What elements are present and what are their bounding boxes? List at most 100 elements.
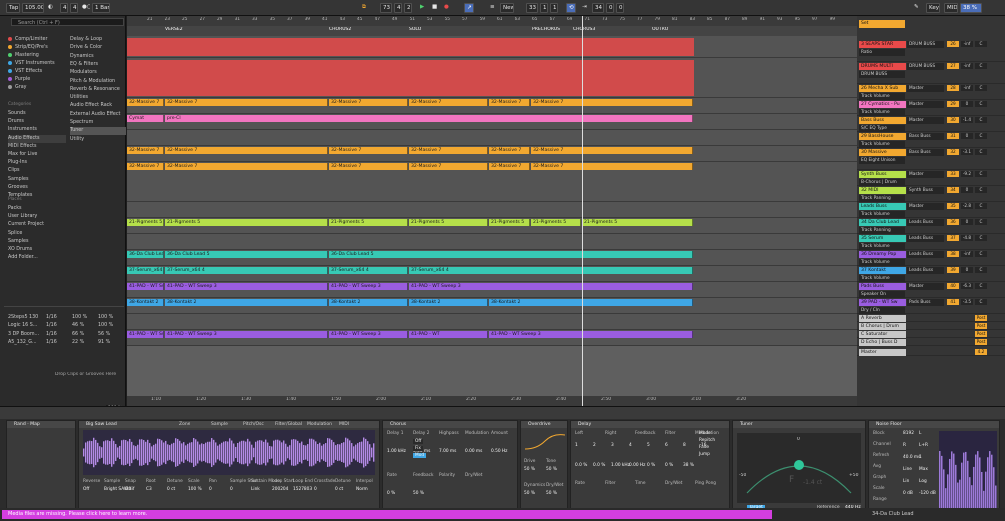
groove-quantize[interactable]: 1/16 [46,314,66,322]
sampler-param-value[interactable]: 200204 [272,487,288,492]
delay-param-value[interactable]: 6 [665,443,668,448]
browser-category-item[interactable]: Plug-Ins [8,159,66,167]
clip[interactable]: 32-Massive 7 [165,99,328,106]
browser-category-item[interactable]: Grooves [8,184,66,192]
chorus-param-value[interactable]: 7.00 ms [439,449,456,454]
spectrum-device[interactable]: Noise Floor Block Channel Refresh Avg Graph S… [868,420,1000,515]
browser-category-item[interactable]: MIDI Effects [8,143,66,151]
time-ruler[interactable]: 1:10 1:20 1:30 1:40 1:50 2:00 2:10 2:20 2:30 2:40… [127,396,857,406]
loop-switch-icon[interactable]: ⟲ [566,3,576,13]
spectrum-param-value[interactable]: Line [903,467,912,472]
track-volume[interactable]: -2.8 [961,203,973,209]
delay-param-value[interactable]: 0 % [665,463,673,468]
track-output[interactable]: Master [907,101,944,108]
spectrum-param-value[interactable]: Lin [903,479,909,484]
clip[interactable]: 32-Massive 7 [489,147,530,154]
track-output[interactable]: DRUM BUSS [907,63,944,70]
track-pan[interactable]: C [975,203,987,209]
clip[interactable]: 21-Pigments 5 [409,219,488,226]
delay-param-value[interactable]: 5 [647,443,650,448]
tempo-field[interactable]: 105.00 [22,3,44,13]
track-activator[interactable]: 39 [947,267,959,273]
clip[interactable]: 32-Massive 7 [409,163,488,170]
arrangement-track[interactable] [127,202,857,218]
clip[interactable]: 37-Serum_x64 4 [165,267,328,274]
mixer-track-row[interactable]: DRUMS MULTI DRUM BUSS DRUM BUSS 27 -inf C [857,62,1005,84]
track-activator[interactable]: 28 [947,85,959,91]
sig-denominator[interactable]: 4 [70,3,78,13]
post-toggle[interactable]: Post [975,331,987,337]
post-toggle[interactable]: Post [975,323,987,329]
track-activator[interactable]: 33 [947,171,959,177]
arrangement-track[interactable]: 32-Massive 7 32-Massive 7 32-Massive 7 32-M… [127,98,857,114]
track-parameter-chooser[interactable]: Speaker On [859,291,905,298]
sampler-param-value[interactable]: Norm [356,487,368,492]
overdrive-param-value[interactable]: 50 % [546,491,557,496]
loop-length-bar[interactable]: 34 [592,3,604,13]
track-pan[interactable]: C [975,299,987,305]
delay-mode-button[interactable]: Repitch [699,438,715,443]
groove-random[interactable]: 100 % [98,314,122,322]
browser-color-label[interactable]: Purple [8,76,68,84]
track-title[interactable]: Leads Buss [859,203,906,210]
key-map-button[interactable]: Key [926,3,940,13]
spectrum-param-value[interactable]: Max [919,467,928,472]
new-button[interactable]: New [500,3,514,13]
record-icon[interactable]: ● [442,3,452,13]
track-title[interactable]: 26 Mecha X Sub [859,85,906,92]
delay-param-value[interactable]: 0 % [647,463,655,468]
browser-place-item[interactable]: User Library [8,213,66,221]
track-activator[interactable]: 41 [947,299,959,305]
browser-color-label[interactable]: Gray [8,84,68,92]
post-toggle[interactable]: Post [975,315,987,321]
track-output[interactable]: DRUM BUSS [907,41,944,48]
track-pan[interactable]: C [975,219,987,225]
browser-place-item[interactable]: Splice [8,230,66,238]
sampler-tab[interactable]: Pitch/Osc [243,421,264,428]
clip[interactable]: 32-Massive 7 [489,163,530,170]
return-title[interactable]: C Saturator [859,331,906,338]
groove-random[interactable]: 91 % [98,339,122,347]
clip[interactable]: 36-Da Club Lead 5 [165,251,328,258]
locator-marker[interactable]: CHORUS2 [329,27,351,32]
track-title[interactable]: 32 MIDI [859,187,906,194]
groove-name[interactable]: Logic 16 S... [8,322,42,330]
delay-mode-button[interactable]: Fade [699,445,709,450]
clip[interactable]: 21-Pigments 5 [531,219,581,226]
chorus-param-value[interactable]: 0.00 ms [465,449,482,454]
chorus-mode-button[interactable]: Off [413,439,424,444]
clip[interactable]: 32-Massive 7 [531,163,693,170]
browser-folder-item[interactable]: EQ & Filters [70,61,126,69]
spectrum-param-value[interactable]: 40.0 ms [903,455,920,460]
browser-color-label[interactable]: Mastering [8,52,68,60]
sampler-param-value[interactable]: 1527803 [293,487,312,492]
delay-param-value[interactable]: 3 [611,443,614,448]
track-pan[interactable]: C [975,283,987,289]
sampler-param-value[interactable]: 0 [314,487,317,492]
track-activator[interactable]: 35 [947,203,959,209]
return-title[interactable]: B Chorus | Drum [859,323,906,330]
position-beat[interactable]: 4 [394,3,402,13]
track-parameter-chooser[interactable]: Track Volume [859,141,905,148]
return-track-row[interactable]: A Reverb Post [857,314,1005,322]
clip[interactable]: 38-Kontakt 2 [409,299,488,306]
sampler-tab[interactable]: Sample [211,421,228,428]
missing-media-warning[interactable]: Media files are missing. Please click he… [2,510,772,519]
tuner-device[interactable]: Tuner F -1.4 ct -50 0 +50 Target Referen… [732,420,866,515]
spectrum-param-value[interactable]: 0 dB [903,491,913,496]
sampler-param-value[interactable]: 0 ct [335,487,343,492]
arrangement-track[interactable]: 41-PAD - WT Sweep 341-PAD - WT Sweep 341… [127,330,857,346]
loop-length-beat[interactable]: 0 [606,3,614,13]
mixer-track-row[interactable]: 36 Dreamy Pop Leads Buss Track Volume 38 -in… [857,250,1005,266]
chorus-rack-device[interactable]: Rand · Map [6,420,76,515]
sampler-param-value[interactable]: 0 [230,487,233,492]
track-pan[interactable]: C [975,235,987,241]
bar-ruler[interactable]: 21 23 25 27 29 31 33 35 37 39 41 43 45 47 49 51 53 55 57 59… [127,16,857,26]
return-title[interactable]: A Reverb [859,315,906,322]
browser-category-item[interactable]: Samples [8,176,66,184]
clip[interactable]: 36-Da Club Lead 5 [127,251,164,258]
track-title[interactable]: Pads Buss [859,283,906,290]
arrangement-track[interactable] [127,314,857,330]
delay-param-value[interactable]: 0.00 Hz [629,463,645,468]
clip[interactable]: 21-Pigments 5 [489,219,530,226]
